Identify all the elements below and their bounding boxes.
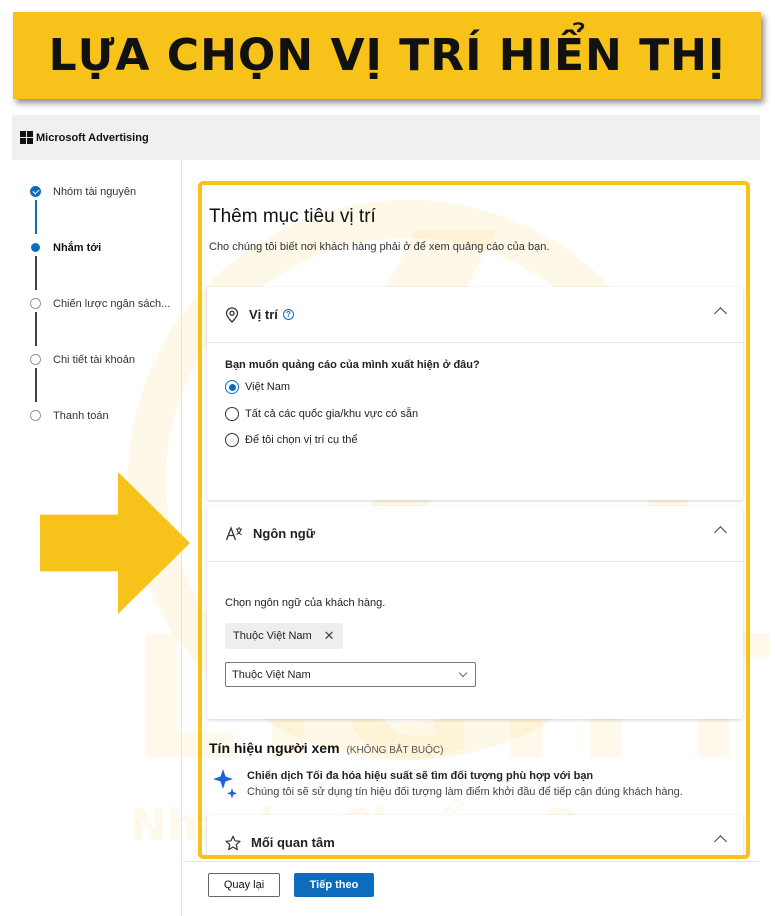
language-title: Ngôn ngữ	[253, 526, 316, 541]
signals-headline: Chiến dịch Tối đa hóa hiệu suất sẽ tìm đ…	[247, 770, 594, 782]
signals-description: Chúng tôi sẽ sử dụng tín hiệu đối tượng …	[247, 786, 683, 798]
step-label: Thanh toán	[53, 410, 109, 422]
step-connector	[35, 256, 37, 290]
optional-tag: (KHÔNG BẮT BUỘC)	[346, 745, 444, 756]
check-circle-icon	[30, 186, 41, 197]
brand-name: Microsoft Advertising	[36, 131, 149, 144]
active-dot-icon	[31, 243, 40, 252]
step-connector	[35, 200, 37, 234]
radio-button[interactable]	[225, 407, 239, 421]
banner-title: LỰA CHỌN VỊ TRÍ HIỂN THỊ	[48, 30, 726, 81]
close-icon[interactable]: ✕	[324, 628, 335, 644]
radio-button[interactable]	[225, 380, 239, 394]
empty-circle-icon	[30, 410, 41, 421]
language-card-header[interactable]: Ngôn ngữ	[207, 506, 743, 562]
step-label: Chiến lược ngân sách...	[53, 298, 171, 310]
chevron-up-icon[interactable]	[714, 307, 727, 320]
radio-button[interactable]	[225, 433, 239, 447]
radio-label: Việt Nam	[245, 381, 291, 393]
radio-label: Để tôi chọn vị trí cụ thể	[245, 434, 358, 446]
step-payment[interactable]: Thanh toán	[30, 407, 180, 463]
radio-vietnam[interactable]: Việt Nam	[225, 380, 290, 394]
map-pin-icon	[225, 306, 239, 323]
step-account-details[interactable]: Chi tiết tài khoản	[30, 351, 180, 407]
chevron-up-icon[interactable]	[714, 526, 727, 539]
radio-all-countries[interactable]: Tất cả các quốc gia/khu vực có sẵn	[225, 407, 418, 421]
footer-divider	[182, 861, 760, 862]
step-label: Chi tiết tài khoản	[53, 354, 135, 366]
step-resource-group[interactable]: Nhóm tài nguyên	[30, 183, 180, 239]
step-label: Nhóm tài nguyên	[53, 186, 137, 198]
step-label: Nhắm tới	[53, 242, 102, 254]
title-banner: LỰA CHỌN VỊ TRÍ HIỂN THỊ	[13, 12, 761, 99]
radio-specific-location[interactable]: Để tôi chọn vị trí cụ thể	[225, 433, 358, 447]
empty-circle-icon	[30, 298, 41, 309]
interests-card: Mối quan tâm	[207, 815, 743, 855]
location-card-header[interactable]: Vị trí ?	[207, 287, 743, 343]
app-header: Microsoft Advertising	[12, 115, 760, 160]
main-content: Thêm mục tiêu vị trí Cho chúng tôi biết …	[202, 185, 746, 855]
language-chip: Thuộc Việt Nam ✕	[225, 623, 343, 649]
step-targeting[interactable]: Nhắm tới	[30, 239, 180, 295]
chip-label: Thuộc Việt Nam	[233, 630, 312, 642]
audience-signals-title: Tín hiệu người xem (KHÔNG BẮT BUỘC)	[209, 740, 443, 756]
highlight-frame: Thêm mục tiêu vị trí Cho chúng tôi biết …	[198, 181, 750, 859]
step-budget-strategy[interactable]: Chiến lược ngân sách...	[30, 295, 180, 351]
sparkle-icon	[213, 769, 237, 799]
page-title: Thêm mục tiêu vị trí	[209, 206, 376, 227]
interests-title: Mối quan tâm	[251, 835, 335, 850]
location-card: Vị trí ? Bạn muốn quảng cáo của mình xuấ…	[207, 287, 743, 500]
interests-card-header[interactable]: Mối quan tâm	[207, 815, 743, 855]
empty-circle-icon	[30, 354, 41, 365]
progress-stepper: Nhóm tài nguyên Nhắm tới Chiến lược ngân…	[30, 183, 180, 463]
step-connector	[35, 312, 37, 346]
language-description: Chọn ngôn ngữ của khách hàng.	[225, 597, 386, 609]
radio-label: Tất cả các quốc gia/khu vực có sẵn	[245, 408, 419, 420]
language-select[interactable]: Thuộc Việt Nam	[225, 662, 476, 687]
chevron-down-icon	[458, 668, 468, 678]
microsoft-logo-icon	[20, 131, 33, 144]
signals-title-text: Tín hiệu người xem	[209, 740, 340, 756]
language-card: Ngôn ngữ Chọn ngôn ngữ của khách hàng. T…	[207, 506, 743, 719]
help-circle-icon[interactable]: ?	[282, 309, 294, 320]
star-icon	[225, 835, 241, 850]
step-connector	[35, 368, 37, 402]
next-button[interactable]: Tiếp theo	[294, 873, 374, 897]
select-value: Thuộc Việt Nam	[232, 668, 311, 681]
translate-icon	[225, 525, 242, 540]
back-button[interactable]: Quay lại	[208, 873, 280, 897]
chevron-up-icon[interactable]	[714, 835, 727, 848]
page-subtitle: Cho chúng tôi biết nơi khách hàng phải ở…	[209, 241, 550, 253]
location-title: Vị trí	[249, 307, 278, 322]
location-question: Bạn muốn quảng cáo của mình xuất hiện ở …	[225, 359, 480, 371]
